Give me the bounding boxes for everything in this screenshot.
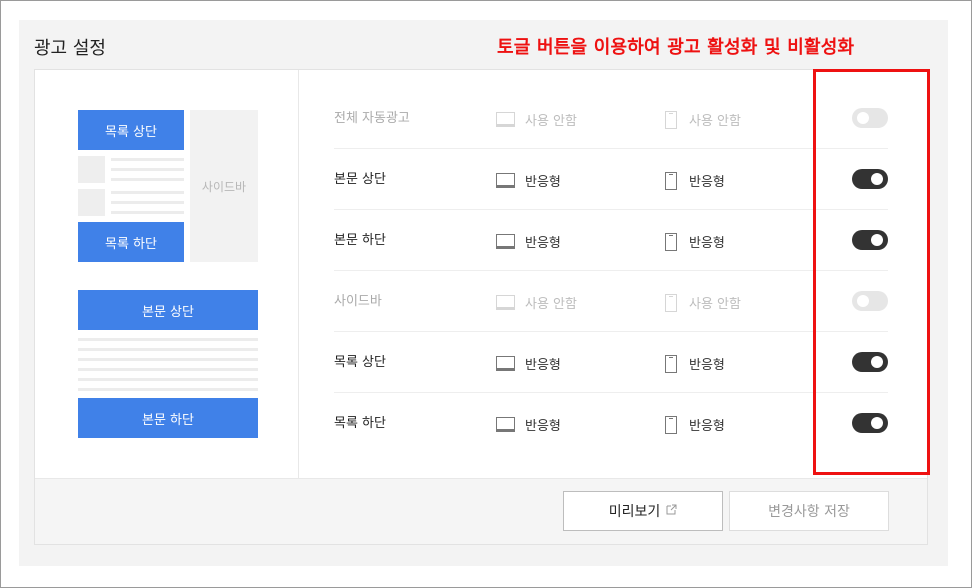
mobile-setting: 반응형 bbox=[665, 232, 725, 251]
preview-button-label: 미리보기 bbox=[608, 504, 661, 520]
mobile-icon bbox=[665, 354, 677, 373]
setting-row-body-top: 본문 상단 반응형 반응형 bbox=[334, 149, 888, 210]
pc-setting: 반응형 bbox=[496, 171, 561, 190]
preview-list-bottom: 목록 하단 bbox=[78, 222, 184, 262]
pc-setting-value: 반응형 bbox=[525, 419, 561, 434]
preview-sidebar: 사이드바 bbox=[190, 110, 258, 262]
annotation-text: 토글 버튼을 이용하여 광고 활성화 및 비활성화 bbox=[497, 37, 855, 58]
preview-list-line bbox=[111, 201, 184, 204]
toggle-knob bbox=[871, 173, 883, 185]
toggle-list-bottom[interactable] bbox=[852, 413, 888, 433]
desktop-icon bbox=[496, 295, 515, 310]
row-label: 목록 상단 bbox=[334, 355, 386, 370]
preview-list-thumb bbox=[78, 189, 105, 216]
setting-row-sidebar: 사이드바 사용 안함 사용 안함 bbox=[334, 271, 888, 332]
mobile-setting-value: 사용 안함 bbox=[689, 297, 741, 312]
desktop-icon bbox=[496, 112, 515, 127]
preview-body-line bbox=[78, 338, 258, 341]
pc-setting-value: 반응형 bbox=[525, 236, 561, 251]
preview-list-thumb bbox=[78, 156, 105, 183]
mobile-setting-value: 반응형 bbox=[689, 419, 725, 434]
preview-body-line bbox=[78, 388, 258, 391]
preview-list-line bbox=[111, 178, 184, 181]
mobile-icon bbox=[665, 293, 677, 312]
toggle-body-bottom[interactable] bbox=[852, 230, 888, 250]
setting-row-list-bottom: 목록 하단 반응형 반응형 bbox=[334, 393, 888, 454]
preview-body-line bbox=[78, 358, 258, 361]
mobile-setting: 사용 안함 bbox=[665, 110, 741, 129]
pc-setting-value: 사용 안함 bbox=[525, 297, 577, 312]
mobile-setting-value: 반응형 bbox=[689, 175, 725, 190]
toggle-knob bbox=[871, 356, 883, 368]
mobile-setting-value: 반응형 bbox=[689, 358, 725, 373]
preview-list-line bbox=[111, 191, 184, 194]
preview-list-line bbox=[111, 211, 184, 214]
mobile-setting: 반응형 bbox=[665, 415, 725, 434]
row-label: 목록 하단 bbox=[334, 416, 386, 431]
pc-setting: 반응형 bbox=[496, 354, 561, 373]
save-changes-button[interactable]: 변경사항 저장 bbox=[729, 491, 889, 531]
mobile-setting-value: 사용 안함 bbox=[689, 114, 741, 129]
preview-body-line bbox=[78, 348, 258, 351]
external-link-icon bbox=[666, 504, 677, 518]
setting-row-auto-ads: 전체 자동광고 사용 안함 사용 안함 bbox=[334, 88, 888, 149]
toggle-knob bbox=[871, 234, 883, 246]
pc-setting-value: 반응형 bbox=[525, 358, 561, 373]
pc-setting: 반응형 bbox=[496, 232, 561, 251]
desktop-icon bbox=[496, 356, 515, 371]
mobile-icon bbox=[665, 171, 677, 190]
row-label: 전체 자동광고 bbox=[334, 111, 410, 126]
mobile-setting: 사용 안함 bbox=[665, 293, 741, 312]
mobile-setting: 반응형 bbox=[665, 354, 725, 373]
toggle-knob bbox=[857, 112, 869, 124]
preview-body-bottom: 본문 하단 bbox=[78, 398, 258, 438]
mobile-setting-value: 반응형 bbox=[689, 236, 725, 251]
mobile-icon bbox=[665, 110, 677, 129]
mobile-icon bbox=[665, 232, 677, 251]
desktop-icon bbox=[496, 173, 515, 188]
preview-list-top: 목록 상단 bbox=[78, 110, 184, 150]
preview-list-line bbox=[111, 158, 184, 161]
row-label: 사이드바 bbox=[334, 294, 382, 309]
preview-body-top: 본문 상단 bbox=[78, 290, 258, 330]
pc-setting: 반응형 bbox=[496, 415, 561, 434]
preview-list-line bbox=[111, 168, 184, 171]
desktop-icon bbox=[496, 234, 515, 249]
mobile-setting: 반응형 bbox=[665, 171, 725, 190]
mobile-icon bbox=[665, 415, 677, 434]
panel-title: 광고 설정 bbox=[34, 38, 106, 59]
toggle-body-top[interactable] bbox=[852, 169, 888, 189]
setting-row-list-top: 목록 상단 반응형 반응형 bbox=[334, 332, 888, 393]
pc-setting: 사용 안함 bbox=[496, 293, 577, 312]
pc-setting: 사용 안함 bbox=[496, 110, 577, 129]
toggle-knob bbox=[857, 295, 869, 307]
preview-body-line bbox=[78, 378, 258, 381]
setting-row-body-bottom: 본문 하단 반응형 반응형 bbox=[334, 210, 888, 271]
pc-setting-value: 반응형 bbox=[525, 175, 561, 190]
pc-setting-value: 사용 안함 bbox=[525, 114, 577, 129]
toggle-list-top[interactable] bbox=[852, 352, 888, 372]
desktop-icon bbox=[496, 417, 515, 432]
preview-button[interactable]: 미리보기 bbox=[563, 491, 723, 531]
preview-body-line bbox=[78, 368, 258, 371]
row-label: 본문 상단 bbox=[334, 172, 386, 187]
toggle-auto-ads[interactable] bbox=[852, 108, 888, 128]
toggle-knob bbox=[871, 417, 883, 429]
row-label: 본문 하단 bbox=[334, 233, 386, 248]
toggle-sidebar[interactable] bbox=[852, 291, 888, 311]
